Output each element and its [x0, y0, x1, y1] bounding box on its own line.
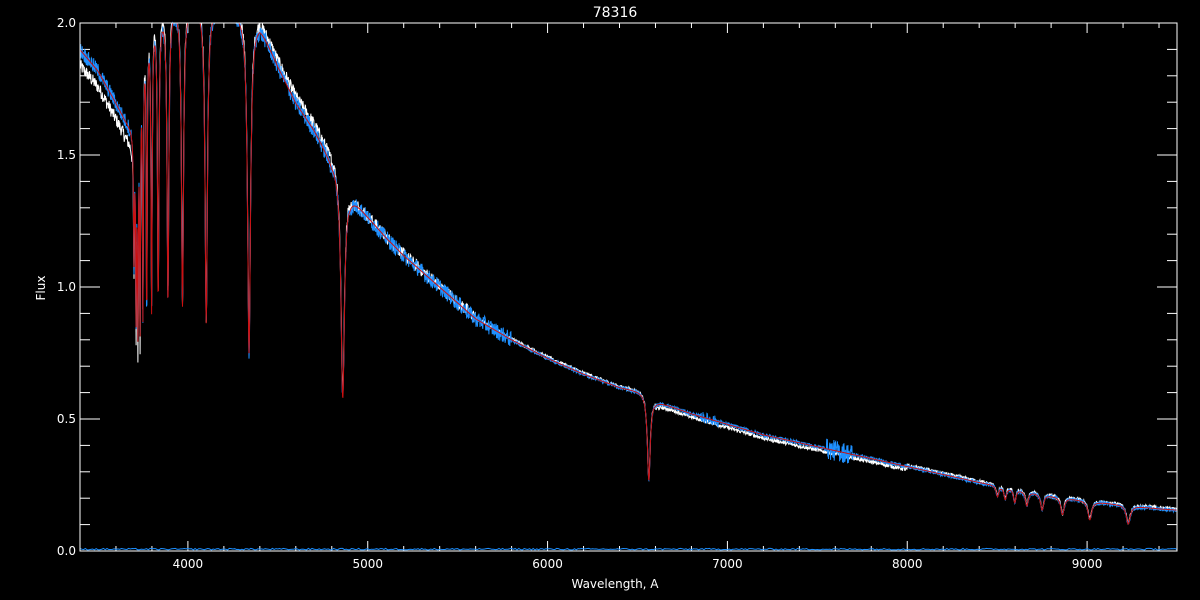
y-tick-label: 0.0 — [57, 544, 76, 558]
x-tick-label: 8000 — [892, 557, 923, 571]
series-line-red — [79, 22, 1178, 525]
series-line-white — [79, 22, 1178, 525]
series-line-blue — [79, 21, 1178, 525]
y-tick-label: 1.0 — [57, 280, 76, 294]
x-tick-label: 9000 — [1072, 557, 1103, 571]
series-layer — [79, 21, 1178, 551]
y-tick-label: 0.5 — [57, 412, 76, 426]
baseline-trace — [79, 547, 1178, 551]
x-axis-label: Wavelength, A — [571, 577, 659, 591]
tick-labels: 4000 5000 6000 7000 8000 9000 0.0 0.5 1.0 1.5 2.0 — [57, 16, 1102, 571]
x-tick-label: 4000 — [173, 557, 204, 571]
spectrum-chart: 78316 Wavelength, A Flux 4000 5000 6000 700… — [34, 5, 1178, 591]
y-tick-label: 1.5 — [57, 148, 76, 162]
y-tick-label: 2.0 — [57, 16, 76, 30]
chart-title: 78316 — [593, 5, 638, 21]
axis-ticks — [79, 22, 1177, 552]
y-axis-label: Flux — [34, 276, 48, 301]
x-tick-label: 7000 — [712, 557, 743, 571]
x-tick-label: 5000 — [352, 557, 383, 571]
x-tick-label: 6000 — [532, 557, 563, 571]
plot-frame — [79, 22, 1178, 552]
